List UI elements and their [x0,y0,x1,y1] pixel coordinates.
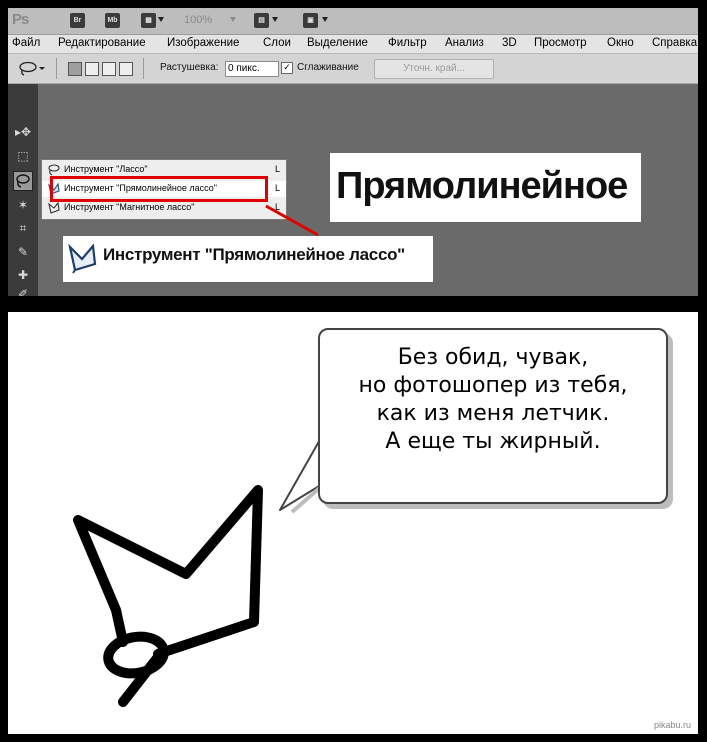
menu-help[interactable]: Справка [652,37,697,49]
lasso-preset-icon[interactable] [18,61,46,77]
separator [56,58,57,79]
menu-filter[interactable]: Фильтр [388,37,427,49]
menu-analysis[interactable]: Анализ [445,37,484,49]
menu-select[interactable]: Выделение [307,37,368,49]
speech-text: Без обид, чувак, но фотошопер из тебя, к… [320,344,666,456]
marquee-tool-icon[interactable]: ⬚ [13,146,33,166]
extras-icon[interactable]: ▦ [141,13,156,28]
menu-3d[interactable]: 3D [502,37,517,49]
chevron-down-icon[interactable] [322,17,328,22]
move-tool-icon[interactable]: ▸✥ [13,122,33,142]
subtract-from-selection-icon[interactable] [102,62,116,76]
polygonal-lasso-icon [68,243,97,274]
photoshop-logo: Ps [12,11,29,28]
flyout-item-magnetic-lasso[interactable]: Инструмент "Магнитное лассо" L [42,200,286,216]
chevron-down-icon[interactable] [272,17,278,22]
magic-wand-tool-icon[interactable]: ✶ [13,195,33,215]
separator [143,58,144,79]
menu-image[interactable]: Изображение [167,37,239,49]
speech-line: но фотошопер из тебя, [358,373,628,398]
lasso-icon [48,164,60,176]
crop-tool-icon[interactable]: ⌗ [13,218,33,238]
photoshop-screenshot-panel: Ps Br Mb ▦ 100% ▤ ▣ Файл Редактирование … [8,8,698,296]
tools-panel: ▸✥ ⬚ ✶ ⌗ ✎ ✚ ✐ [8,84,38,296]
lasso-tool-icon[interactable] [13,171,33,191]
menu-window[interactable]: Окно [607,37,634,49]
highlight-box [50,176,268,202]
speech-line: как из меня летчик. [376,401,610,426]
options-bar: Растушевка: 0 пикс. ✓ Сглаживание Уточн.… [8,54,698,84]
intersect-selection-icon[interactable] [119,62,133,76]
feather-input[interactable]: 0 пикс. [225,61,279,77]
magnetic-lasso-icon [48,201,60,214]
antialias-checkbox[interactable]: ✓ [281,62,293,74]
tail-join [322,416,328,462]
menu-view[interactable]: Просмотр [534,37,587,49]
arrange-documents-icon[interactable]: ▤ [254,13,269,28]
zoomed-word: Прямолинейное [330,153,641,222]
zoomed-tool-label: Инструмент "Прямолинейное лассо" [63,236,433,282]
speech-line: Без обид, чувак, [397,345,589,370]
add-to-selection-icon[interactable] [85,62,99,76]
menu-layers[interactable]: Слои [263,37,291,49]
menu-bar: Файл Редактирование Изображение Слои Выд… [8,35,698,54]
refine-edge-button[interactable]: Уточн. край... [374,59,494,79]
screen-mode-icon[interactable]: ▣ [303,13,318,28]
speech-line: А еще ты жирный. [385,429,601,454]
new-selection-icon[interactable] [68,62,82,76]
application-bar: Ps Br Mb ▦ 100% ▤ ▣ [8,8,698,35]
menu-edit[interactable]: Редактирование [58,37,146,49]
bridge-icon[interactable]: Br [70,13,85,28]
antialias-label: Сглаживание [297,62,359,73]
watermark: pikabu.ru [653,720,691,730]
chevron-down-icon[interactable] [230,17,236,22]
eyedropper-tool-icon[interactable]: ✎ [13,242,33,262]
minibridge-icon[interactable]: Mb [105,13,120,28]
healing-brush-tool-icon[interactable]: ✚ [13,265,33,285]
menu-file[interactable]: Файл [12,37,40,49]
feather-label: Растушевка: [160,62,219,73]
zoom-level[interactable]: 100% [184,14,212,26]
chevron-down-icon[interactable] [158,17,164,22]
brush-tool-icon[interactable]: ✐ [13,284,33,296]
speech-bubble: Без обид, чувак, но фотошопер из тебя, к… [318,328,668,504]
